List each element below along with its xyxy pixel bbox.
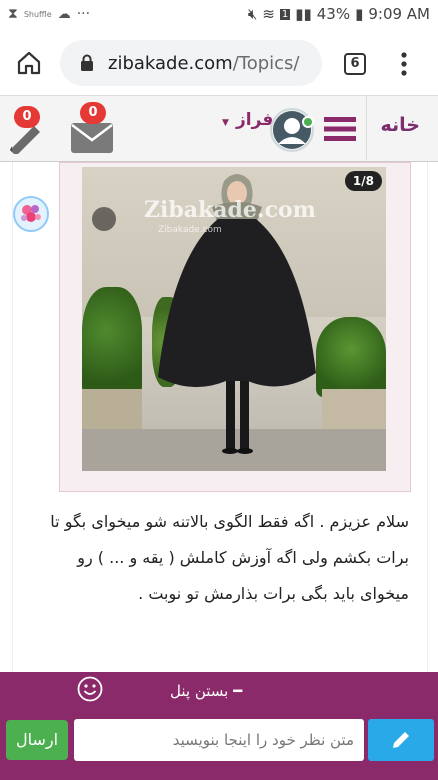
planter-right xyxy=(322,389,386,429)
image-counter: 1/8 xyxy=(344,171,382,191)
close-panel-button[interactable]: ━ بستن پنل xyxy=(170,682,242,700)
online-indicator xyxy=(302,116,314,128)
image-slider[interactable]: Zibakade.com Zibakade.com 1/8 xyxy=(59,162,411,492)
lock-icon xyxy=(81,54,93,71)
watermark: Zibakade.com xyxy=(144,197,316,223)
battery-percent: 43% xyxy=(316,5,351,23)
envelope-icon xyxy=(71,123,113,153)
plant-left xyxy=(82,287,142,397)
post: Zibakade.com Zibakade.com 1/8 سلام عزیزم… xyxy=(12,162,428,672)
url-bar[interactable]: zibakade.com/Topics/ xyxy=(60,40,322,86)
more-dots-icon: ··· xyxy=(76,6,91,22)
url-text: zibakade.com/Topics/ xyxy=(108,53,300,74)
home-nav-button[interactable]: خانه xyxy=(366,96,428,162)
minus-icon: ━ xyxy=(233,682,243,700)
close-panel-label: بستن پنل xyxy=(170,682,229,700)
sim-indicator: 1 xyxy=(279,8,291,20)
mute-icon: 🔇︎ xyxy=(247,5,258,23)
kebab-menu-icon[interactable] xyxy=(400,52,408,76)
post-photo[interactable]: Zibakade.com Zibakade.com 1/8 xyxy=(82,167,386,471)
cloud-icon: ☁ xyxy=(57,6,71,22)
hamburger-menu-icon[interactable] xyxy=(324,116,356,142)
battery-icon: ▮ xyxy=(355,5,364,23)
emoji-icon[interactable] xyxy=(77,676,103,702)
avatar[interactable] xyxy=(270,108,314,152)
comment-input[interactable] xyxy=(74,719,364,761)
browser-toolbar: zibakade.com/Topics/ 6 xyxy=(0,30,438,96)
site-header: 0 0 ▼ فراز خانه xyxy=(0,96,438,162)
send-button[interactable]: ارسال xyxy=(6,720,68,760)
comment-panel: ━ بستن پنل ارسال xyxy=(0,672,438,780)
tab-switcher-button[interactable]: 6 xyxy=(344,53,366,75)
notifications-badge: 0 xyxy=(14,106,40,128)
home-icon[interactable] xyxy=(16,50,42,76)
messages-badge: 0 xyxy=(80,102,106,124)
edit-button[interactable] xyxy=(368,719,434,761)
signal-icon: ▮▮ xyxy=(295,5,312,23)
user-menu[interactable]: ▼ فراز xyxy=(222,110,274,140)
notifications-button[interactable]: 0 xyxy=(6,106,50,156)
messages-button[interactable]: 0 xyxy=(68,102,118,158)
status-bar: ⧗ Shuffle ☁ ··· 🔇︎ ≋ 1 ▮▮ 43% ▮ 9:09 AM xyxy=(0,0,438,30)
home-nav-label: خانه xyxy=(380,114,420,136)
username: فراز xyxy=(236,110,274,130)
watermark-small: Zibakade.com xyxy=(158,225,222,235)
shuffle-label: Shuffle xyxy=(23,9,52,19)
poster-avatar[interactable] xyxy=(13,196,49,232)
plant-right xyxy=(316,317,386,397)
watermark-logo xyxy=(92,207,116,231)
wifi-icon: ≋ xyxy=(262,5,275,23)
clock: 9:09 AM xyxy=(368,5,430,23)
hourglass-icon: ⧗ xyxy=(8,6,18,22)
post-text: سلام عزیزم . اگه فقط الگوی بالاتنه شو می… xyxy=(50,512,409,603)
caret-down-icon: ▼ xyxy=(222,118,229,128)
pencil-icon xyxy=(393,732,409,748)
